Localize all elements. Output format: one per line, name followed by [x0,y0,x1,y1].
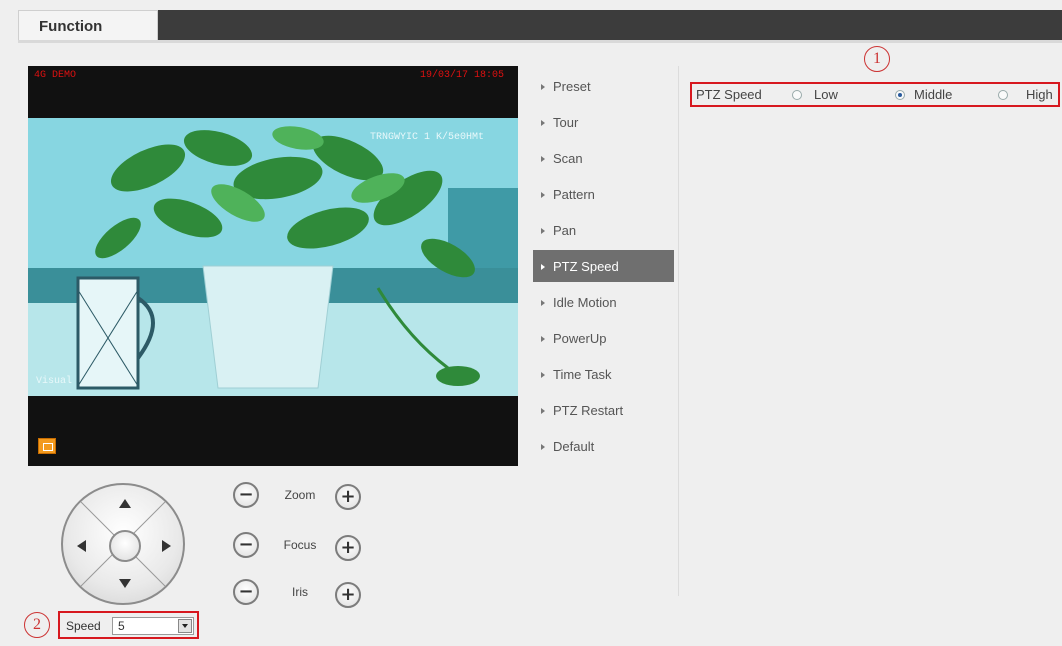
menu-item-label: Tour [553,115,579,130]
caret-right-icon [541,336,545,342]
caret-right-icon [541,120,545,126]
live-video-view[interactable]: 4G DEMO 19/03/17 18:05 TRNGWYIC 1 K/5e0H… [28,66,518,466]
callout-two: 2 [24,612,50,638]
focus-far-button[interactable]: + [335,535,361,561]
ptz-direction-pad[interactable] [61,483,185,605]
callout-one: 1 [864,46,890,72]
menu-item-label: Idle Motion [553,295,617,310]
radio-low[interactable] [792,90,802,100]
arrow-right-icon[interactable] [162,540,171,552]
menu-item-pan[interactable]: Pan [533,214,674,246]
video-osd-overlay: TRNGWYIC 1 K/5e0HMt [370,132,485,143]
ptz-speed-setting: PTZ Speed Low Middle High [690,82,1060,107]
arrow-left-icon[interactable] [77,540,86,552]
menu-item-time-task[interactable]: Time Task [533,358,674,390]
iris-open-button[interactable]: + [335,582,361,608]
menu-item-preset[interactable]: Preset [533,70,674,102]
radio-low-label: Low [814,87,838,102]
video-osd-title: 4G DEMO [34,70,77,81]
zoom-label: Zoom [284,488,316,502]
menu-item-label: Preset [553,79,591,94]
iris-close-button[interactable]: − [233,579,259,605]
menu-item-tour[interactable]: Tour [533,106,674,138]
caret-right-icon [541,228,545,234]
caret-right-icon [541,264,545,270]
speed-highlight: Speed 5 [58,611,199,639]
zoom-out-button[interactable]: − [233,482,259,508]
chevron-down-icon[interactable] [178,619,192,633]
caret-right-icon [541,84,545,90]
menu-item-scan[interactable]: Scan [533,142,674,174]
menu-item-label: PTZ Speed [553,259,619,274]
menu-item-pattern[interactable]: Pattern [533,178,674,210]
arrow-down-icon[interactable] [119,579,131,588]
menu-item-label: Pan [553,223,577,238]
video-frame: TRNGWYIC 1 K/5e0HMt Visual [28,118,518,396]
radio-middle-label: Middle [914,87,953,102]
caret-right-icon [541,372,545,378]
menu-item-label: PTZ Restart [553,403,624,418]
tab-divider [18,40,1062,43]
menu-item-default[interactable]: Default [533,430,674,462]
video-window-icon[interactable] [38,438,56,454]
caret-right-icon [541,300,545,306]
radio-high-label: High [1026,87,1053,102]
menu-item-powerup[interactable]: PowerUp [533,322,674,354]
menu-item-label: Pattern [553,187,595,202]
caret-right-icon [541,192,545,198]
menu-item-label: PowerUp [553,331,607,346]
top-tab-bar: Function [18,10,1062,40]
zoom-in-button[interactable]: + [335,484,361,510]
tab-function[interactable]: Function [18,10,158,40]
video-image [28,118,518,396]
menu-item-idle-motion[interactable]: Idle Motion [533,286,674,318]
dpad-center-button[interactable] [109,530,141,562]
ptz-speed-label: PTZ Speed [696,87,762,102]
focus-near-button[interactable]: − [233,532,259,558]
menu-item-ptz-speed[interactable]: PTZ Speed [533,250,674,282]
speed-select[interactable]: 5 [112,617,194,635]
video-osd-timestamp: 19/03/17 18:05 [420,70,505,81]
menu-divider [678,66,679,596]
speed-label: Speed [66,619,101,633]
speed-value: 5 [118,619,125,633]
iris-label: Iris [292,585,308,599]
focus-label: Focus [283,538,317,552]
radio-high[interactable] [998,90,1008,100]
arrow-up-icon[interactable] [119,499,131,508]
video-osd-channel: Visual [36,376,73,387]
caret-right-icon [541,444,545,450]
radio-middle[interactable] [895,90,905,100]
menu-item-label: Default [553,439,595,454]
caret-right-icon [541,156,545,162]
menu-item-label: Time Task [553,367,612,382]
menu-item-ptz-restart[interactable]: PTZ Restart [533,394,674,426]
caret-right-icon [541,408,545,414]
menu-item-label: Scan [553,151,583,166]
